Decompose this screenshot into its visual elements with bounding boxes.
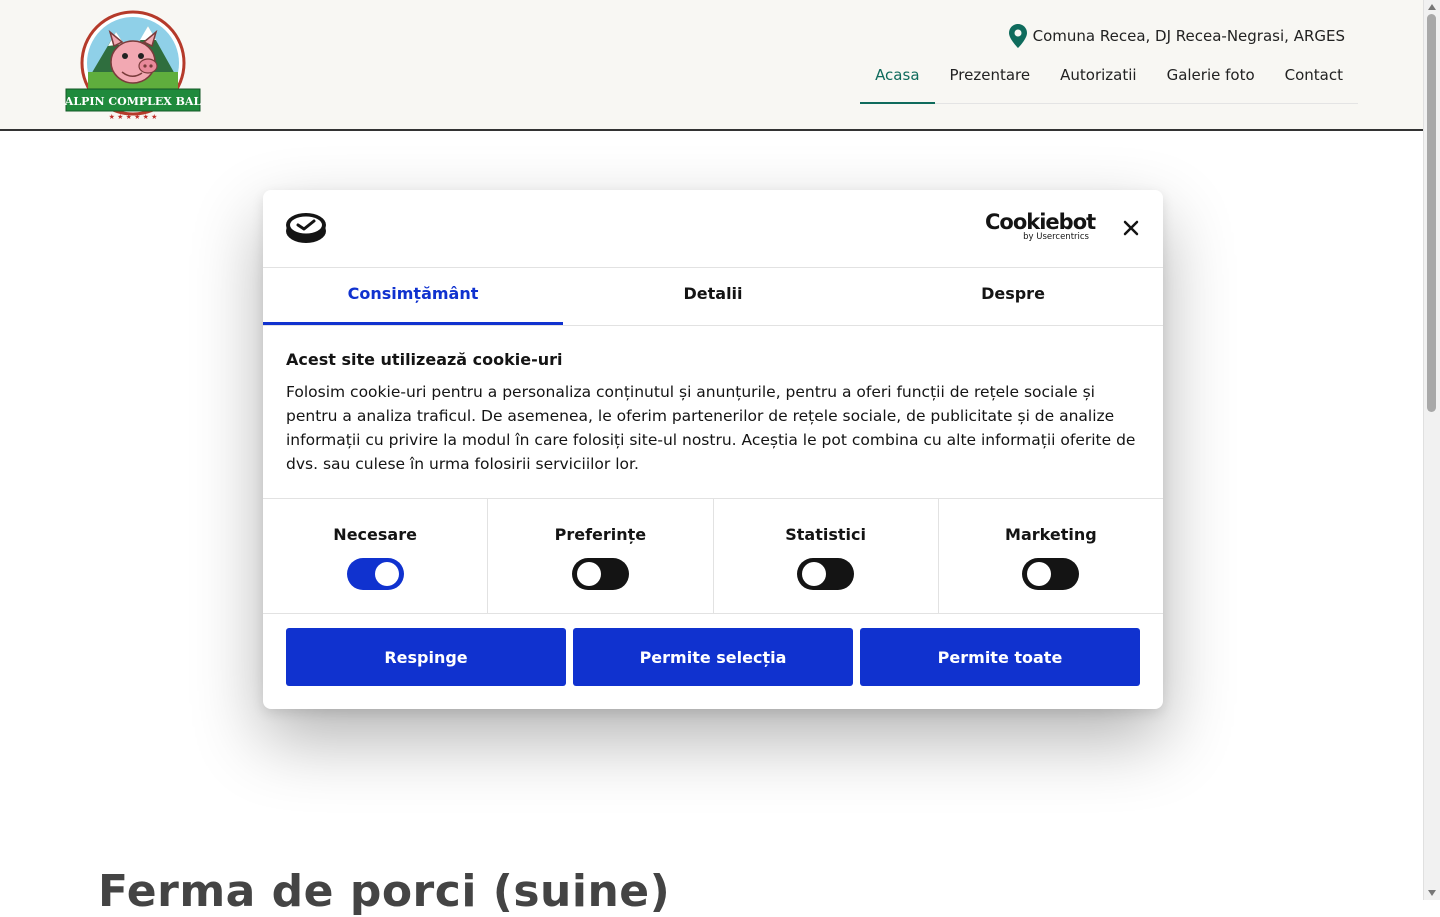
category-necesare: Necesare [263,499,489,613]
tab-detalii[interactable]: Detalii [563,268,863,325]
preferinte-toggle[interactable] [571,558,629,590]
address-bar: Comuna Recea, DJ Recea-Negrasi, ARGES [1008,24,1345,48]
location-pin-icon [1008,24,1027,48]
cookiebot-brand-name: Cookiebot [985,210,1096,234]
dialog-header: Cookiebot by Usercentrics [263,190,1163,268]
page-heading: Ferma de porci (suine) [98,866,671,917]
allow-selection-button[interactable]: Permite selecția [573,628,853,686]
category-marketing: Marketing [939,499,1163,613]
site-header: ALPIN COMPLEX BAL ★ ★ ★ ★ ★ ★ Comuna Rec… [0,0,1424,131]
cookie-consent-dialog: Cookiebot by Usercentrics Consimțământ D… [263,190,1163,709]
nav-item-acasa[interactable]: Acasa [860,56,935,104]
nav-item-galerie-foto[interactable]: Galerie foto [1152,56,1270,103]
category-label: Necesare [333,525,417,544]
scroll-down-arrow-icon[interactable] [1428,890,1436,896]
marketing-toggle[interactable] [1022,558,1080,590]
nav-item-prezentare[interactable]: Prezentare [935,56,1046,103]
main-nav: Acasa Prezentare Autorizatii Galerie fot… [860,56,1358,104]
toggle-knob [374,562,399,586]
category-label: Marketing [1005,525,1097,544]
tab-despre[interactable]: Despre [863,268,1163,325]
scrollbar-thumb[interactable] [1427,14,1436,412]
nav-item-autorizatii[interactable]: Autorizatii [1045,56,1151,103]
cookiebot-brand-sub: by Usercentrics [1023,232,1089,242]
consent-title: Acest site utilizează cookie-uri [286,350,563,369]
svg-text:ALPIN COMPLEX BAL: ALPIN COMPLEX BAL [64,95,201,108]
toggle-knob [1027,562,1052,586]
dialog-actions: Respinge Permite selecția Permite toate [286,628,1140,686]
close-icon[interactable] [1121,218,1141,238]
page-scrollbar[interactable] [1423,0,1440,900]
toggle-knob [802,562,827,586]
nav-item-contact[interactable]: Contact [1270,56,1358,103]
scroll-up-arrow-icon[interactable] [1428,4,1436,10]
allow-all-button[interactable]: Permite toate [860,628,1140,686]
category-statistici: Statistici [714,499,939,613]
alpin-complex-bal-logo[interactable]: ALPIN COMPLEX BAL ★ ★ ★ ★ ★ ★ [64,6,202,124]
reject-button[interactable]: Respinge [286,628,566,686]
category-preferinte: Preferințe [488,499,714,613]
tab-consimtamant[interactable]: Consimțământ [263,268,563,325]
cookie-categories: Necesare Preferințe Statistici Marketing [263,498,1163,614]
category-label: Preferințe [554,525,647,544]
svg-text:★ ★ ★ ★ ★ ★: ★ ★ ★ ★ ★ ★ [109,113,158,121]
cookie-brand-icon [286,213,326,243]
cookiebot-logo[interactable]: Cookiebot by Usercentrics [985,210,1096,244]
address-text: Comuna Recea, DJ Recea-Negrasi, ARGES [1032,27,1345,45]
necesare-toggle[interactable] [346,558,404,590]
toggle-knob [576,562,601,586]
dialog-tabs: Consimțământ Detalii Despre [263,268,1163,326]
consent-description: Folosim cookie-uri pentru a personaliza … [286,383,1136,473]
statistici-toggle[interactable] [797,558,855,590]
category-label: Statistici [785,525,866,544]
